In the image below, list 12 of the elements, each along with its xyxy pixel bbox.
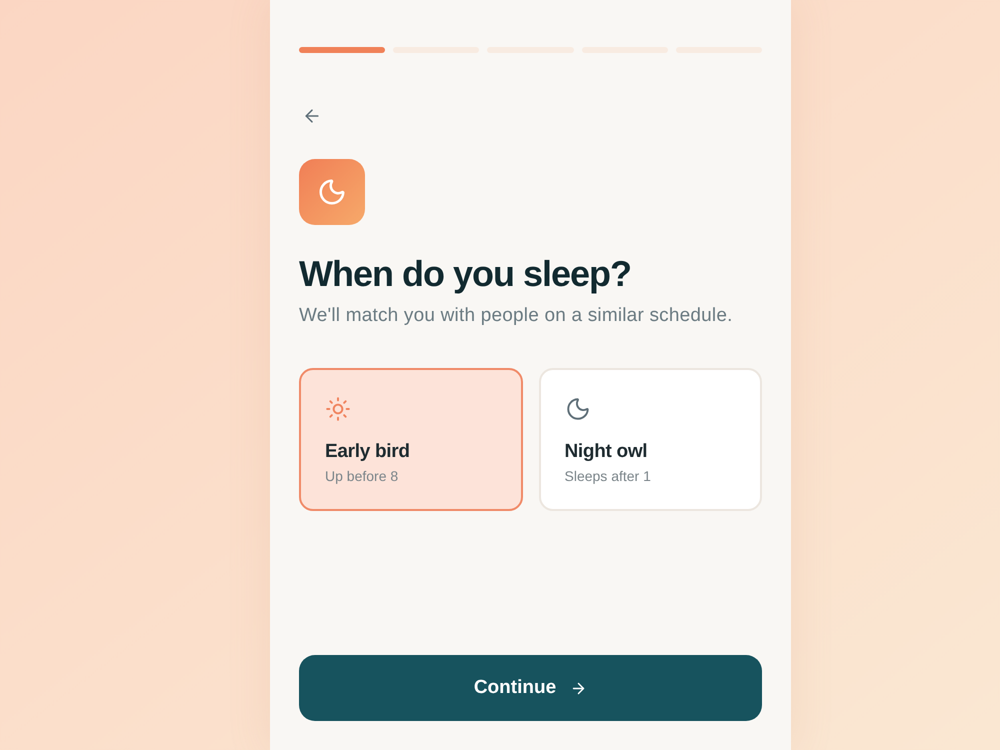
page-title: When do you sleep?	[299, 252, 632, 295]
option-card[interactable]: Early bird Up before 8	[299, 368, 522, 511]
option-title: Night owl	[564, 440, 648, 464]
option-card[interactable]: Night owl Sleeps after 1	[538, 368, 762, 511]
option-subtitle: Up before 8	[325, 467, 398, 486]
sun-icon	[325, 396, 351, 422]
option-subtitle: Sleeps after 1	[564, 467, 651, 486]
page-subtitle: We'll match you with people on a similar schedule.	[299, 304, 734, 328]
continue-button[interactable]: Continue	[299, 655, 762, 721]
moon-tile-icon	[299, 159, 365, 225]
option-title: Early bird	[325, 440, 410, 464]
moon-icon	[564, 396, 590, 422]
